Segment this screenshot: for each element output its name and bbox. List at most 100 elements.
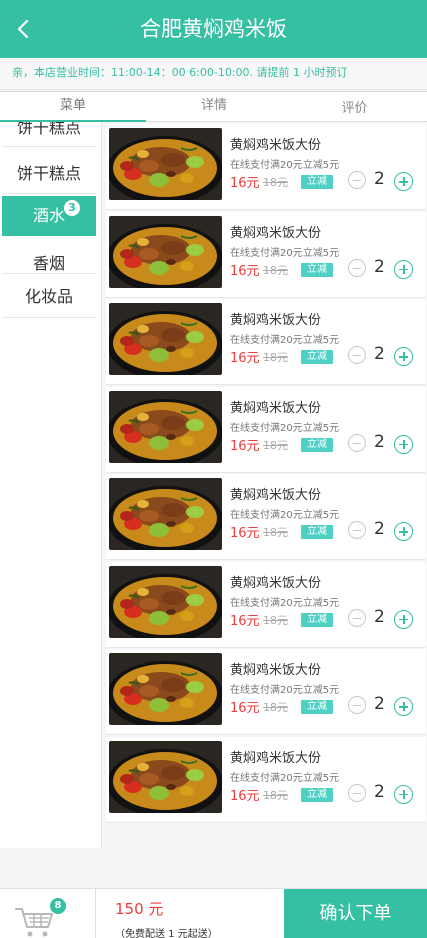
product-name: 黄焖鸡米饭大份	[230, 138, 322, 153]
discount-tag: 立减	[301, 437, 333, 452]
product-item[interactable]: 黄焖鸡米饭大份 在线支付满20元立减5元 16元 18元 立减 2	[106, 474, 426, 560]
product-name: 黄焖鸡米饭大份	[230, 313, 322, 328]
product-promo: 在线支付满20元立减5元	[230, 597, 340, 609]
decrease-quantity-button[interactable]	[348, 696, 366, 714]
category-label: 酒水	[32, 206, 65, 225]
product-original-price: 18元	[263, 263, 288, 277]
store-hours-notice: 亲，本店营业时间：11:00-14：00 6:00-10:00. 请提前 1 小…	[0, 58, 427, 90]
discount-tag: 立减	[301, 612, 333, 627]
product-name: 黄焖鸡米饭大份	[230, 750, 322, 766]
product-item[interactable]: 黄焖鸡米饭大份 在线支付满20元立减5元 16元 18元 立减 2	[106, 736, 426, 823]
product-promo: 在线支付满20元立减5元	[230, 335, 340, 346]
delivery-note: （免费配送 1 元起送）	[115, 929, 218, 938]
product-price: 16元	[230, 526, 260, 541]
discount-tag: 立减	[301, 525, 333, 539]
product-price: 16元	[230, 176, 260, 191]
decrease-quantity-button[interactable]	[348, 608, 366, 627]
product-promo: 在线支付满20元立减5元	[230, 772, 340, 784]
cart-count-badge: 8	[50, 898, 66, 914]
product-price: 16元	[230, 701, 260, 716]
category-label: 香烟	[32, 254, 65, 273]
cart-button[interactable]: 8	[0, 889, 96, 938]
category-item-selected[interactable]: 酒水 3	[2, 196, 96, 236]
category-item[interactable]: 化妆品	[2, 278, 96, 318]
category-label: 饼干糕点	[16, 164, 81, 183]
increase-quantity-button[interactable]	[394, 434, 413, 454]
category-item[interactable]: 饼干糕点	[2, 154, 96, 194]
product-quantity: 2	[374, 606, 385, 627]
product-original-price: 18元	[263, 176, 288, 189]
product-quantity: 2	[374, 781, 385, 802]
product-promo: 在线支付满20元立减5元	[230, 422, 340, 434]
decrease-quantity-button[interactable]	[348, 346, 366, 364]
page-title: 合肥黄焖鸡米饭	[140, 17, 287, 41]
product-image	[109, 478, 222, 550]
product-name: 黄焖鸡米饭大份	[230, 575, 322, 591]
product-image	[109, 303, 222, 375]
product-item[interactable]: 黄焖鸡米饭大份 在线支付满20元立减5元 16元 18元 立减 2	[106, 386, 426, 473]
product-original-price: 18元	[263, 438, 288, 452]
product-quantity: 2	[374, 344, 385, 364]
increase-quantity-button[interactable]	[394, 697, 413, 716]
discount-tag: 立减	[301, 787, 333, 802]
product-quantity: 2	[374, 256, 385, 277]
product-item[interactable]: 黄焖鸡米饭大份 在线支付满20元立减5元 16元 18元 立减 2	[106, 211, 426, 298]
product-item[interactable]: 黄焖鸡米饭大份 在线支付满20元立减5元 16元 18元 立减 2	[106, 124, 426, 210]
product-name: 黄焖鸡米饭大份	[230, 400, 322, 416]
product-promo: 在线支付满20元立减5元	[230, 160, 340, 171]
increase-quantity-button[interactable]	[394, 522, 413, 541]
product-name: 黄焖鸡米饭大份	[230, 488, 322, 503]
increase-quantity-button[interactable]	[394, 609, 413, 629]
category-label: 化妆品	[24, 287, 73, 306]
product-price: 16元	[230, 351, 260, 366]
product-item[interactable]: 黄焖鸡米饭大份 在线支付满20元立减5元 16元 18元 立减 2	[106, 299, 426, 385]
category-count-badge: 3	[64, 200, 80, 216]
product-original-price: 18元	[263, 788, 288, 802]
decrease-quantity-button[interactable]	[348, 433, 366, 452]
decrease-quantity-button[interactable]	[348, 171, 366, 189]
product-original-price: 18元	[263, 351, 288, 364]
tab-reviews[interactable]: 评价	[282, 92, 427, 122]
increase-quantity-button[interactable]	[394, 347, 413, 366]
product-quantity: 2	[374, 169, 385, 189]
product-quantity: 2	[374, 431, 385, 452]
discount-tag: 立减	[301, 700, 333, 714]
product-price: 16元	[230, 438, 260, 454]
tab-menu[interactable]: 菜单	[0, 92, 146, 122]
discount-tag: 立减	[301, 175, 333, 189]
category-label: 饼干糕点	[16, 122, 81, 137]
discount-tag: 立减	[301, 262, 333, 277]
product-quantity: 2	[374, 519, 385, 539]
product-quantity: 2	[374, 694, 385, 714]
decrease-quantity-button[interactable]	[348, 521, 366, 539]
product-image	[109, 653, 222, 725]
tab-bar: 菜单 详情 评价	[0, 91, 427, 122]
decrease-quantity-button[interactable]	[348, 258, 366, 277]
increase-quantity-button[interactable]	[394, 259, 413, 279]
product-price: 16元	[230, 788, 260, 804]
increase-quantity-button[interactable]	[394, 172, 413, 191]
product-name: 黄焖鸡米饭大份	[230, 225, 322, 241]
product-item[interactable]: 黄焖鸡米饭大份 在线支付满20元立减5元 16元 18元 立减 2	[106, 649, 426, 735]
product-image	[109, 565, 222, 638]
increase-quantity-button[interactable]	[394, 784, 413, 804]
product-promo: 在线支付满20元立减5元	[230, 247, 340, 259]
decrease-quantity-button[interactable]	[348, 783, 366, 802]
discount-tag: 立减	[301, 350, 333, 364]
product-name: 黄焖鸡米饭大份	[230, 663, 322, 678]
product-image	[109, 215, 222, 288]
tab-details[interactable]: 详情	[146, 92, 282, 122]
category-sidebar: 饼干糕点 饼干糕点 酒水 3 香烟 化妆品	[0, 122, 102, 848]
product-price: 16元	[230, 263, 260, 279]
product-original-price: 18元	[263, 701, 288, 714]
product-original-price: 18元	[263, 526, 288, 539]
app-header: 合肥黄焖鸡米饭	[0, 0, 427, 58]
category-item[interactable]: 饼干糕点	[2, 122, 96, 147]
product-original-price: 18元	[263, 613, 288, 627]
product-image	[109, 390, 222, 463]
confirm-order-button[interactable]: 确认下单	[284, 889, 427, 938]
product-item[interactable]: 黄焖鸡米饭大份 在线支付满20元立减5元 16元 18元 立减 2	[106, 561, 426, 648]
category-item[interactable]: 香烟	[2, 246, 96, 274]
product-image	[109, 128, 222, 200]
order-total: 150 元	[115, 900, 164, 918]
